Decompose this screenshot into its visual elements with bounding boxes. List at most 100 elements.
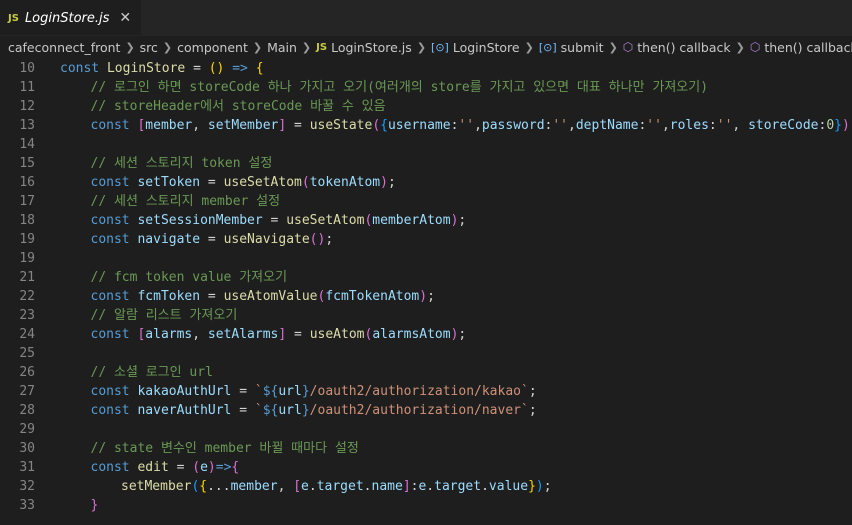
close-icon[interactable]: ✕: [119, 10, 131, 26]
code-token: const: [60, 61, 107, 76]
line-number: 32: [19, 479, 35, 494]
code-token: =: [262, 213, 287, 228]
breadcrumb-item[interactable]: [⊙] submit: [539, 40, 604, 55]
breadcrumb-item[interactable]: JS LoginStore.js: [316, 40, 412, 55]
code-token: =: [200, 289, 224, 304]
code-token: useNavigate: [223, 232, 310, 247]
code-token: edit: [137, 460, 169, 475]
breadcrumb-item[interactable]: ⬡ then() callback: [750, 40, 852, 55]
code-token: :: [708, 118, 717, 133]
code-token: const: [90, 327, 138, 342]
code-token: target: [434, 479, 482, 494]
code-token: alarms: [145, 327, 193, 342]
code-text: const kakaoAuthUrl = `${url}/oauth2/auth…: [35, 382, 537, 401]
line-number: 13: [19, 118, 35, 133]
javascript-file-icon: JS: [8, 12, 19, 24]
code-token: storeCode: [748, 118, 819, 133]
chevron-right-icon: ❯: [735, 40, 745, 54]
code-token: {: [231, 460, 240, 475]
code-token: {: [199, 479, 208, 494]
chevron-right-icon: ❯: [416, 40, 427, 54]
code-token: const: [90, 175, 138, 190]
breadcrumb-item[interactable]: component: [177, 40, 248, 55]
code-token: member: [230, 479, 278, 494]
code-line: 25: [0, 344, 852, 363]
symbol-variable-icon: [⊙]: [431, 40, 449, 54]
code-token: e: [200, 460, 208, 475]
breadcrumb-item[interactable]: ⬡ then() callback: [623, 40, 731, 55]
code-line: 26 // 소셜 로그인 url: [0, 363, 852, 382]
breadcrumb-label: src: [139, 39, 158, 55]
code-token: =>: [224, 61, 256, 76]
code-text: // state 변수인 member 바뀔 때마다 설정: [35, 439, 359, 458]
breadcrumb-label: submit: [560, 39, 604, 55]
code-editor[interactable]: 10 const LoginStore = () => { 11 // 로그인 하면 …: [0, 59, 852, 525]
code-token: const: [90, 232, 138, 247]
code-token: ;: [543, 479, 552, 494]
code-text: // fcm token value 가져오기: [35, 268, 288, 287]
code-line: 32 setMember({...member, [e.target.name]:…: [0, 477, 852, 496]
code-token: ): [842, 118, 850, 133]
breadcrumb-item[interactable]: cafeconnect_front: [8, 40, 120, 55]
line-number: 15: [19, 156, 35, 171]
code-token: LoginStore: [106, 61, 186, 76]
code-line: 14: [0, 135, 852, 154]
code-token: memberAtom: [372, 213, 451, 228]
breadcrumb-label: Main: [267, 39, 297, 55]
code-token: .: [363, 479, 372, 494]
code-token: '': [458, 118, 475, 133]
code-text: const LoginStore = () => {: [35, 59, 264, 78]
tab-loginstore[interactable]: JS LoginStore.js ✕: [0, 0, 142, 35]
code-token: url: [278, 403, 302, 418]
line-number: 27: [19, 384, 35, 399]
code-token: =: [231, 403, 255, 418]
code-token: (): [309, 232, 326, 247]
code-text: // storeHeader에서 storeCode 바꿀 수 있음: [35, 97, 386, 116]
code-line: 13 const [member, setMember] = useState({…: [0, 116, 852, 135]
code-text: const setSessionMember = useSetAtom(memb…: [35, 211, 467, 230]
code-token: // 소셜 로그인 url: [90, 365, 213, 380]
code-line: 23 // 알람 리스트 가져오기: [0, 306, 852, 325]
code-token: useSetAtom: [286, 213, 365, 228]
code-token: username: [387, 118, 451, 133]
breadcrumb-item[interactable]: src: [140, 40, 158, 55]
breadcrumb-label: LoginStore.js: [331, 39, 412, 55]
code-text: const [alarms, setAlarms] = useAtom(alar…: [35, 325, 467, 344]
line-number: 31: [19, 460, 35, 475]
code-token: {: [380, 118, 388, 133]
breadcrumb-item[interactable]: [⊙] LoginStore: [431, 40, 520, 55]
code-text: setMember({...member, [e.target.name]:e.…: [35, 477, 552, 496]
code-token: e: [301, 479, 309, 494]
code-token: }: [90, 498, 99, 513]
code-token: 0: [826, 118, 835, 133]
line-number: 19: [19, 232, 35, 247]
code-line: 27 const kakaoAuthUrl = `${url}/oauth2/au…: [0, 382, 852, 401]
code-token: // 세션 스토리지 token 설정: [90, 156, 273, 171]
line-number: 11: [19, 80, 35, 95]
code-token: ): [380, 175, 388, 190]
code-token: =: [168, 460, 193, 475]
code-token: // 로그인 하면 storeCode 하나 가지고 오기(여러개의 store…: [90, 80, 709, 95]
code-token: =: [200, 175, 224, 190]
code-token: member: [145, 118, 193, 133]
code-token: ,: [277, 479, 294, 494]
chevron-right-icon: ❯: [608, 40, 618, 54]
code-token: ,: [192, 327, 208, 342]
symbol-method-icon: ⬡: [622, 40, 634, 54]
line-number: 17: [19, 194, 35, 209]
line-number: 28: [19, 403, 35, 418]
code-line: 15 // 세션 스토리지 token 설정: [0, 154, 852, 173]
chevron-right-icon: ❯: [162, 40, 173, 54]
breadcrumb-item[interactable]: Main: [267, 40, 297, 55]
code-token: ,: [192, 118, 208, 133]
code-token: useAtom: [309, 327, 365, 342]
code-token: ${: [262, 384, 279, 399]
code-text: // 소셜 로그인 url: [35, 363, 213, 382]
symbol-variable-icon: [⊙]: [538, 40, 557, 54]
code-token: setAlarms: [207, 327, 279, 342]
code-token: '': [646, 118, 662, 133]
javascript-file-icon: JS: [316, 41, 328, 53]
code-line: 10 const LoginStore = () => {: [0, 59, 852, 78]
code-text: // 로그인 하면 storeCode 하나 가지고 오기(여러개의 store…: [35, 78, 709, 97]
